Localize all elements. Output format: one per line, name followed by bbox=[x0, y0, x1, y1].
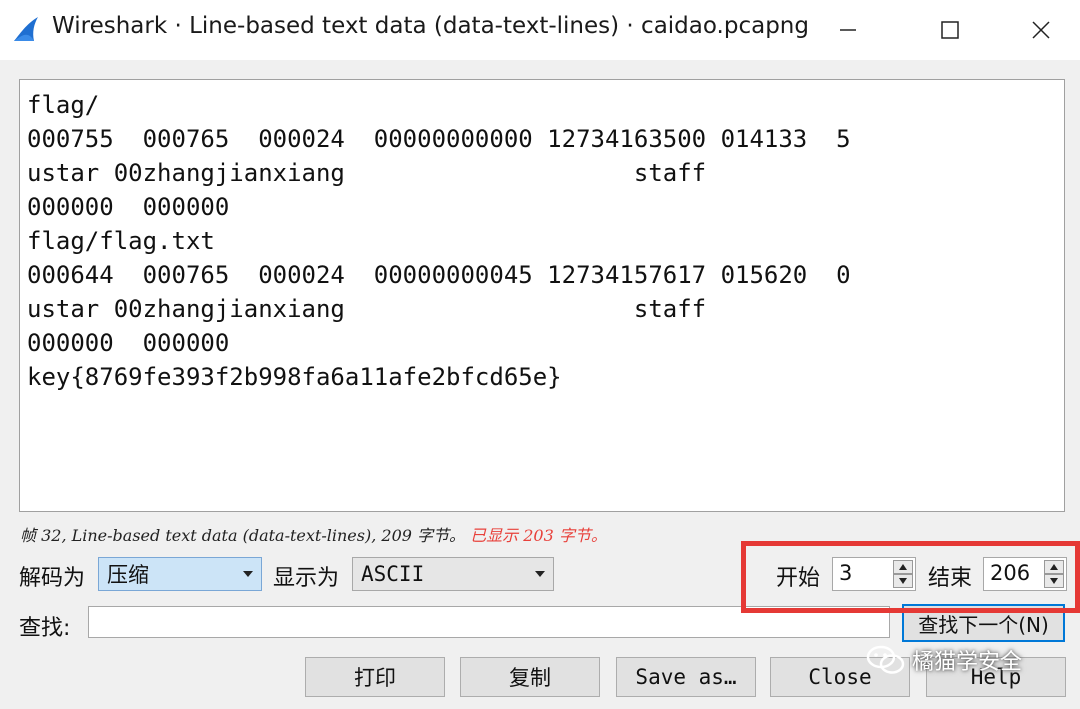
status-main: 帧 32, Line-based text data (data-text-li… bbox=[20, 526, 466, 545]
show-as-value: ASCII bbox=[361, 562, 425, 586]
spin-up-icon[interactable] bbox=[1044, 560, 1064, 574]
text-line: 000000 000000 bbox=[27, 329, 230, 357]
start-spinbox[interactable]: 3 bbox=[832, 557, 916, 591]
spin-down-icon[interactable] bbox=[1044, 574, 1064, 588]
packet-text-view[interactable]: flag/ 000755 000765 000024 00000000000 1… bbox=[19, 79, 1065, 512]
minimize-button[interactable] bbox=[825, 8, 871, 52]
close-window-button[interactable] bbox=[1018, 8, 1064, 52]
start-label: 开始 bbox=[776, 566, 821, 591]
end-spinbox[interactable]: 206 bbox=[983, 557, 1067, 591]
find-label: 查找: bbox=[19, 616, 71, 641]
close-icon bbox=[1032, 21, 1050, 39]
print-button[interactable]: 打印 bbox=[305, 657, 445, 697]
text-line: flag/flag.txt bbox=[27, 227, 215, 255]
show-as-label: 显示为 bbox=[273, 566, 340, 591]
text-line: ustar 00zhangjianxiang staff bbox=[27, 159, 707, 187]
find-input[interactable] bbox=[88, 606, 890, 638]
find-next-button[interactable]: 查找下一个(N) bbox=[902, 604, 1065, 642]
window-title: Wireshark · Line-based text data (data-t… bbox=[52, 13, 809, 39]
help-button[interactable]: Help bbox=[926, 657, 1066, 697]
end-value: 206 bbox=[990, 561, 1031, 585]
title-bar: Wireshark · Line-based text data (data-t… bbox=[0, 0, 1080, 60]
chevron-down-icon bbox=[527, 570, 553, 578]
text-line: flag/ bbox=[27, 91, 100, 119]
spin-down-icon[interactable] bbox=[893, 574, 913, 588]
decode-as-value: 压缩 bbox=[107, 563, 149, 587]
copy-button[interactable]: 复制 bbox=[460, 657, 600, 697]
end-label: 结束 bbox=[928, 566, 973, 591]
status-shown-bytes: 已显示 203 字节。 bbox=[470, 526, 607, 545]
spin-up-icon[interactable] bbox=[893, 560, 913, 574]
text-line: 000644 000765 000024 00000000045 1273415… bbox=[27, 261, 851, 289]
minimize-icon bbox=[840, 29, 856, 31]
text-line: 000755 000765 000024 00000000000 1273416… bbox=[27, 125, 851, 153]
save-as-button[interactable]: Save as… bbox=[616, 657, 756, 697]
text-line: 000000 000000 bbox=[27, 193, 230, 221]
decode-as-select[interactable]: 压缩 bbox=[98, 557, 262, 591]
text-line: ustar 00zhangjianxiang staff bbox=[27, 295, 707, 323]
maximize-button[interactable] bbox=[927, 8, 973, 52]
maximize-icon bbox=[941, 21, 959, 39]
close-button[interactable]: Close bbox=[770, 657, 910, 697]
flag-key-line: key{8769fe393f2b998fa6a11afe2bfcd65e} bbox=[27, 363, 562, 391]
start-value: 3 bbox=[839, 561, 853, 585]
show-as-select[interactable]: ASCII bbox=[352, 557, 554, 591]
status-line: 帧 32, Line-based text data (data-text-li… bbox=[20, 522, 607, 546]
wireshark-fin-icon bbox=[14, 17, 38, 41]
chevron-down-icon bbox=[235, 570, 261, 578]
decode-as-label: 解码为 bbox=[19, 566, 86, 591]
